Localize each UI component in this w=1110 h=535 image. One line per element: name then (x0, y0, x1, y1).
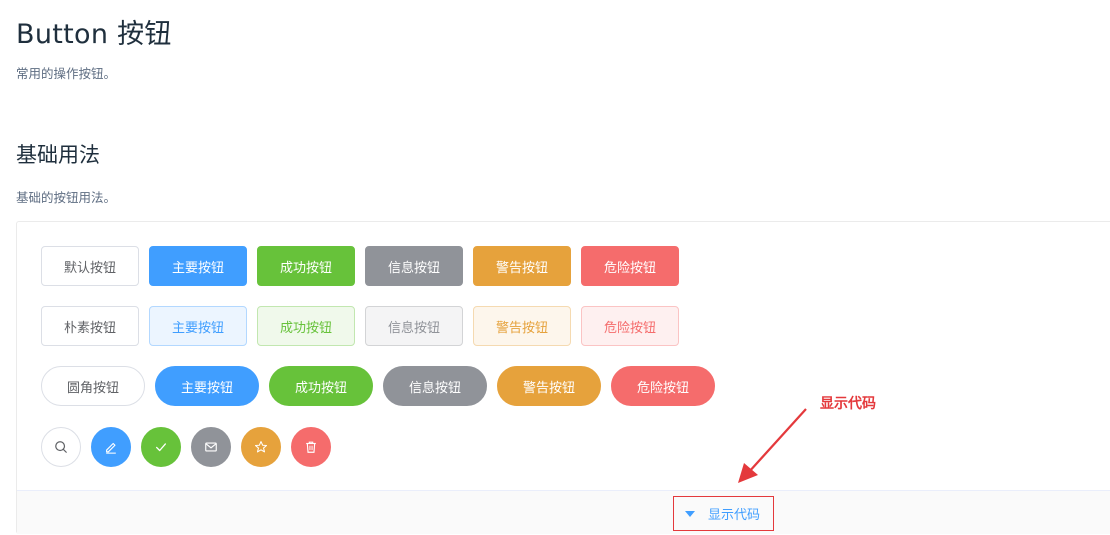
info-button[interactable]: 信息按钮 (365, 246, 463, 286)
default-button[interactable]: 默认按钮 (41, 246, 139, 286)
show-code-toggle[interactable]: 显示代码 (673, 496, 774, 531)
show-code-label: 显示代码 (707, 508, 760, 523)
delete-icon (306, 441, 316, 453)
annotation-label: 显示代码 (820, 396, 876, 412)
danger-button[interactable]: 危险按钮 (581, 246, 679, 286)
search-icon (55, 441, 67, 453)
check-icon (155, 443, 167, 452)
circle-search-button[interactable] (41, 427, 81, 467)
success-button[interactable]: 成功按钮 (257, 246, 355, 286)
round-info-button[interactable]: 信息按钮 (383, 366, 487, 406)
message-icon (205, 442, 217, 452)
demo-control-bar[interactable]: 显示代码 (17, 490, 1110, 534)
plain-primary-button[interactable]: 主要按钮 (149, 306, 247, 346)
circle-message-button[interactable] (191, 427, 231, 467)
plain-buttons-row: 朴素按钮 主要按钮 成功按钮 信息按钮 警告按钮 危险按钮 (41, 306, 689, 346)
circle-buttons-row (41, 427, 341, 467)
plain-danger-button[interactable]: 危险按钮 (581, 306, 679, 346)
plain-success-button[interactable]: 成功按钮 (257, 306, 355, 346)
circle-star-button[interactable] (241, 427, 281, 467)
round-success-button[interactable]: 成功按钮 (269, 366, 373, 406)
caret-down-icon (684, 510, 695, 517)
edit-icon (106, 442, 116, 454)
circle-delete-button[interactable] (291, 427, 331, 467)
plain-default-button[interactable]: 朴素按钮 (41, 306, 139, 346)
section-description: 基础的按钮用法。 (16, 190, 117, 205)
default-buttons-row: 默认按钮 主要按钮 成功按钮 信息按钮 警告按钮 危险按钮 (41, 246, 689, 286)
demo-source: 默认按钮 主要按钮 成功按钮 信息按钮 警告按钮 危险按钮 朴素按钮 主要按钮 … (17, 222, 1110, 490)
round-danger-button[interactable]: 危险按钮 (611, 366, 715, 406)
round-default-button[interactable]: 圆角按钮 (41, 366, 145, 406)
page-title: Button 按钮 (16, 19, 172, 50)
plain-info-button[interactable]: 信息按钮 (365, 306, 463, 346)
section-title: 基础用法 (16, 143, 100, 167)
circle-edit-button[interactable] (91, 427, 131, 467)
star-icon (254, 441, 268, 453)
warning-button[interactable]: 警告按钮 (473, 246, 571, 286)
primary-button[interactable]: 主要按钮 (149, 246, 247, 286)
round-primary-button[interactable]: 主要按钮 (155, 366, 259, 406)
plain-warning-button[interactable]: 警告按钮 (473, 306, 571, 346)
round-buttons-row: 圆角按钮 主要按钮 成功按钮 信息按钮 警告按钮 危险按钮 (41, 366, 725, 406)
page-description: 常用的操作按钮。 (16, 66, 117, 81)
round-warning-button[interactable]: 警告按钮 (497, 366, 601, 406)
circle-check-button[interactable] (141, 427, 181, 467)
annotation-arrow (738, 408, 807, 483)
demo-block: 默认按钮 主要按钮 成功按钮 信息按钮 警告按钮 危险按钮 朴素按钮 主要按钮 … (16, 221, 1110, 534)
